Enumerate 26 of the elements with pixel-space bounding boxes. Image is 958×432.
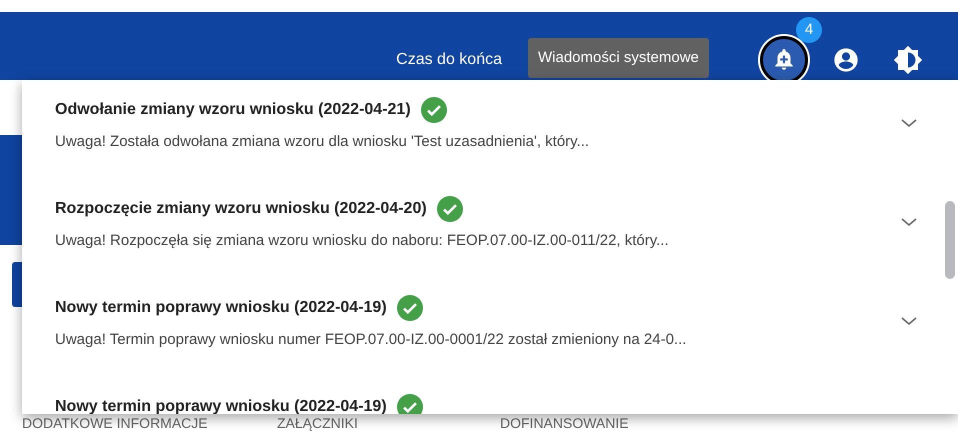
tab[interactable]: ZAŁĄCZNIKI xyxy=(277,414,358,432)
scrollbar-thumb[interactable] xyxy=(945,201,955,279)
message-preview: Uwaga! Rozpoczęła się zmiana wzoru wniosku do naboru: FEOP.07.00-IZ.00-011/22, który... xyxy=(55,231,670,251)
message-item[interactable]: Rozpoczęcie zmiany wzoru wniosku (2022-04-20) Uwaga! Rozpoczęła się zmiana wzoru wniosku do naboru: FEOP.07.00-IZ.00-011/22, który... xyxy=(55,179,918,278)
check-circle-icon xyxy=(420,97,447,123)
chevron-icon[interactable] xyxy=(900,117,918,129)
message-item[interactable]: Odwołanie zmiany wzoru wniosku (2022-04-21) Uwaga! Została odwołana zmiana wzoru dla wniosku 'Test uzasadnienia', który... xyxy=(55,80,918,179)
tab[interactable]: DOFINANSOWANIE xyxy=(500,414,629,432)
chevron-icon[interactable] xyxy=(900,315,918,327)
tooltip: Wiadomości systemowe xyxy=(528,38,709,78)
message-preview: Uwaga! Została odwołana zmiana wzoru dla wniosku 'Test uzasadnienia', który... xyxy=(55,132,590,152)
message-item[interactable]: Nowy termin poprawy wniosku (2022-04-19) xyxy=(55,377,918,414)
tab[interactable]: DODATKOWE INFORMACJE xyxy=(22,414,208,432)
brightness-icon xyxy=(893,45,923,75)
message-title: Nowy termin poprawy wniosku (2022-04-19) xyxy=(55,397,387,414)
side-button-edge xyxy=(12,262,22,307)
timer-label: Czas do końca xyxy=(396,50,502,70)
message-title: Rozpoczęcie zmiany wzoru wniosku (2022-04-20) xyxy=(55,199,427,219)
message-title: Odwołanie zmiany wzoru wniosku (2022-04-21) xyxy=(55,100,411,120)
message-preview: Uwaga! Termin poprawy wniosku numer FEOP.07.00-IZ.00-0001/22 został zmieniony na 24-0... xyxy=(55,330,688,350)
check-circle-icon xyxy=(396,295,423,321)
message-item[interactable]: Nowy termin poprawy wniosku (2022-04-19) Uwaga! Termin poprawy wniosku numer FEOP.07.00-IZ.00-0001/22 został zmieniony na 24-0... xyxy=(55,278,918,377)
account-icon xyxy=(832,46,860,74)
chevron-icon[interactable] xyxy=(900,216,918,228)
message-title: Nowy termin poprawy wniosku (2022-04-19) xyxy=(55,298,387,318)
check-circle-icon xyxy=(436,196,463,222)
